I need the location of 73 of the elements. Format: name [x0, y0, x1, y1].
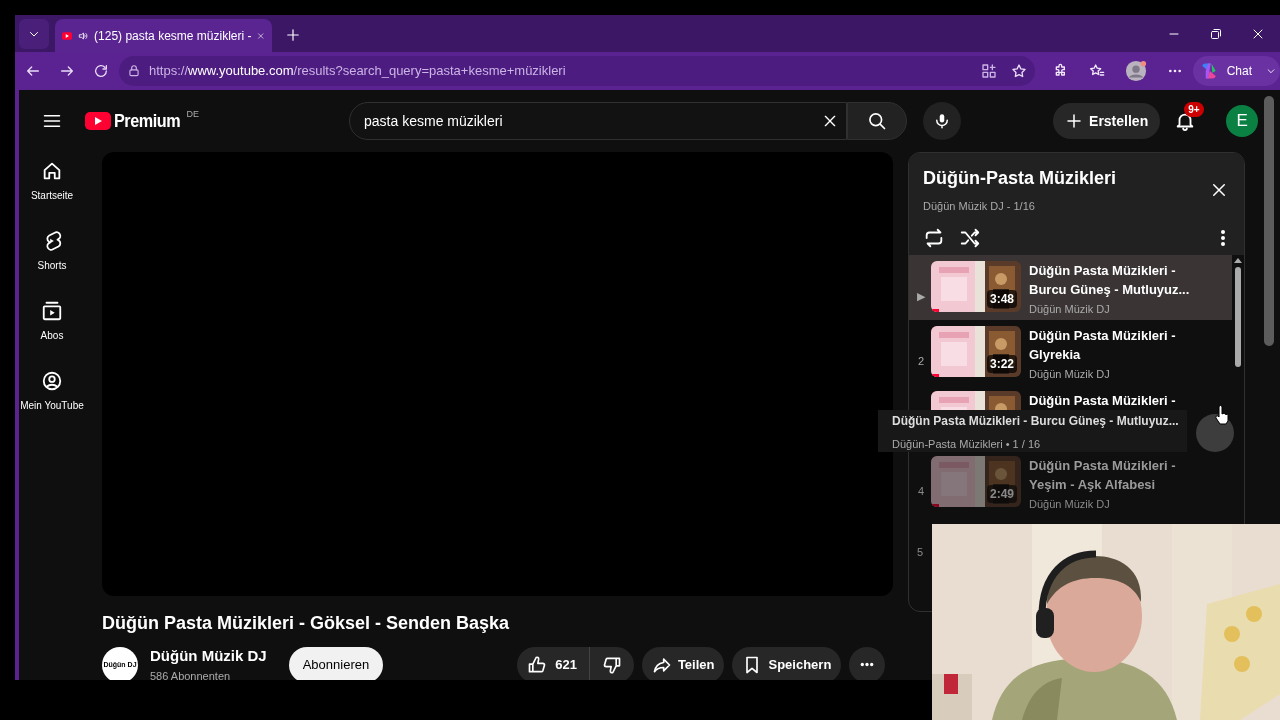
item-channel: Düğün Müzik DJ [1029, 366, 1111, 382]
chevron-down-icon [1266, 66, 1276, 76]
item-channel: Düğün Müzik DJ [1029, 496, 1111, 512]
playlist-subtitle: Düğün Müzik DJ - 1/16 [923, 199, 1036, 214]
favorites-icon[interactable] [1088, 63, 1105, 79]
item-index: 2 [917, 354, 925, 367]
new-tab-icon[interactable] [286, 28, 300, 42]
account-avatar[interactable]: E [1226, 105, 1259, 137]
drag-title: Düğün Pasta Müzikleri - Burcu Güneş - Mutluyuz... [892, 413, 1179, 430]
scrollbar-thumb[interactable] [1235, 266, 1241, 367]
account-icon [41, 370, 63, 392]
playlist-item[interactable]: 2 3:22 Düğün Pasta Müzikleri - Glyrekia Düğün Müzik DJ [909, 319, 1232, 385]
tab-title: (125) pasta kesme müzikleri - [94, 27, 252, 45]
favorite-star-icon[interactable] [1010, 63, 1027, 79]
repeat-icon[interactable] [923, 226, 945, 249]
page-scrollbar-thumb[interactable] [1264, 96, 1274, 346]
video-title: Düğün Pasta Müzikleri - Göksel - Senden Başka [102, 612, 511, 635]
menu-icon[interactable] [43, 113, 61, 129]
create-button[interactable]: Erstellen [1053, 103, 1161, 139]
item-index: 4 [917, 484, 925, 497]
profile-avatar-icon[interactable] [1124, 60, 1147, 82]
sidebar-item[interactable]: Startseite [20, 152, 84, 222]
close-icon[interactable] [1210, 181, 1228, 199]
playlist-item[interactable]: ▶ 3:48 Düğün Pasta Müzikleri - Burcu Güneş - Mutluyuz... Düğün Müzik DJ [909, 254, 1232, 320]
subscriber-count: 586 Abonnenten [150, 668, 232, 680]
address-bar[interactable]: https://www.youtube.com/results?search_query=pasta+kesme+müzikleri [119, 56, 1035, 86]
item-index: 5 [916, 545, 924, 558]
forward-icon[interactable] [59, 63, 75, 79]
reload-icon[interactable] [93, 63, 109, 79]
browser-tab[interactable]: (125) pasta kesme müzikleri - [55, 19, 272, 52]
voice-search-button[interactable] [923, 102, 962, 140]
video-play-icon [62, 29, 73, 42]
sidebar-item[interactable]: Abos [20, 292, 84, 362]
more-icon [859, 662, 876, 667]
url-text: https://www.youtube.com/results?search_query=pasta+kesme+müzikleri [149, 62, 567, 81]
item-channel: Düğün Müzik DJ [1029, 301, 1111, 317]
plus-icon [1065, 112, 1084, 130]
item-title: Düğün Pasta Müzikleri - Yeşim - Aşk Alfabesi [1029, 456, 1177, 494]
youtube-logo[interactable]: Premium DE [85, 107, 200, 135]
search-icon [867, 111, 888, 131]
shuffle-icon[interactable] [959, 226, 981, 249]
save-button[interactable]: Speichern [732, 646, 842, 680]
item-title: Düğün Pasta Müzikleri - Burcu Güneş - Mutluyuz... [1029, 261, 1191, 299]
sidebar-item[interactable]: Mein YouTube [20, 362, 84, 432]
share-button[interactable]: Teilen [641, 646, 725, 680]
lock-icon [127, 64, 141, 78]
channel-name[interactable]: Düğün Müzik DJ [150, 645, 267, 668]
hand-cursor-icon [1214, 405, 1230, 425]
thumbs-down-icon[interactable] [601, 654, 622, 675]
sidebar-item[interactable]: Shorts [20, 222, 84, 292]
drag-subtitle: Düğün-Pasta Müzikleri • 1 / 16 [892, 437, 1042, 452]
notification-badge: 9+ [1184, 102, 1204, 117]
item-title: Düğün Pasta Müzikleri - [1029, 391, 1177, 410]
chat-button[interactable]: Chat [1192, 56, 1280, 86]
playlist-title[interactable]: Düğün-Pasta Müzikleri [923, 165, 1210, 192]
item-index: ▶ [917, 289, 925, 302]
home-icon [41, 160, 63, 182]
playlist-item[interactable]: 4 2:49 Düğün Pasta Müzikleri - Yeşim - Aşk Alfabesi Düğün Müzik DJ [909, 449, 1232, 515]
back-icon[interactable] [25, 63, 41, 79]
app-icon[interactable] [980, 63, 997, 79]
search-button[interactable] [847, 102, 908, 140]
duration-badge: 2:49 [986, 484, 1017, 503]
more-vertical-icon[interactable] [1220, 228, 1226, 247]
play-logo-icon [85, 112, 111, 130]
subscriptions-icon [41, 300, 63, 322]
more-actions-button[interactable] [849, 646, 886, 680]
restore-icon[interactable] [1210, 28, 1222, 40]
thumbs-up-icon [527, 654, 548, 675]
item-title: Düğün Pasta Müzikleri - Glyrekia [1029, 326, 1177, 364]
search-field[interactable]: pasta kesme müzikleri [349, 102, 848, 140]
close-icon[interactable] [1252, 28, 1264, 40]
subscribe-button[interactable]: Abonnieren [288, 646, 384, 680]
playlist-item[interactable]: 5 [909, 538, 931, 559]
